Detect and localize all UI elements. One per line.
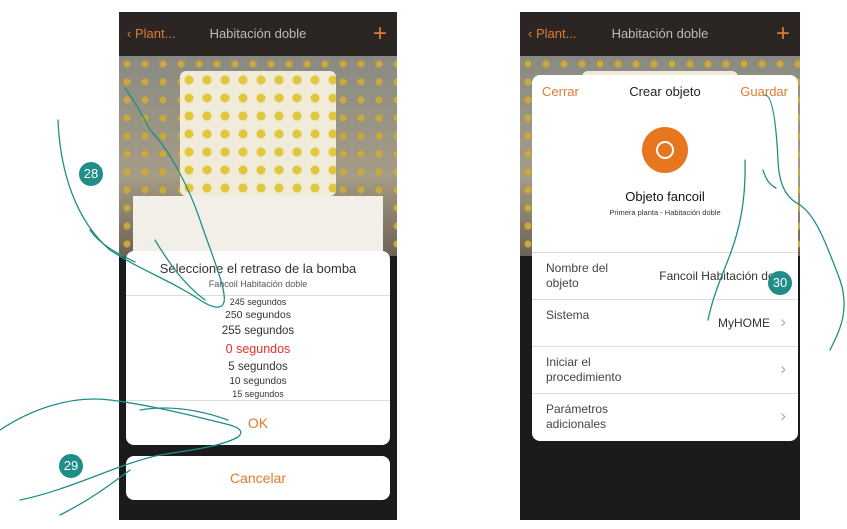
save-button[interactable]: Guardar [740,84,788,99]
picker-option[interactable]: 0 segundos [126,339,390,359]
picker-option[interactable]: 10 segundos [126,375,390,389]
left-header: ‹ Plant... Habitación doble + [119,12,397,56]
cancel-button[interactable]: Cancelar [126,456,390,500]
row-label: Nombre del objeto [546,261,609,290]
room-photo [119,56,397,256]
picker-option[interactable]: 15 segundos [126,389,390,400]
create-object-dialog: Cerrar Crear objeto Guardar Objeto fanco… [532,75,798,441]
settings-row[interactable]: Sistema MyHOME › [532,299,798,346]
settings-row[interactable]: Iniciar el procedimiento › [532,346,798,393]
object-location: Primera planta - Habitación doble [609,208,721,217]
row-value: MyHOME [718,316,770,330]
picker-subtitle: Fancoil Habitación doble [208,279,308,289]
settings-row[interactable]: Nombre del objeto Fancoil Habitación dobl [532,252,798,299]
picker-option[interactable]: 5 segundos [126,359,390,375]
add-button[interactable]: + [776,20,790,48]
object-settings-list: Nombre del objeto Fancoil Habitación dobl… [532,252,798,440]
delay-picker-sheet: Seleccione el retraso de la bomba Fancoi… [126,251,390,445]
picker-title: Seleccione el retraso de la bomba [159,261,357,276]
dialog-toolbar: Cerrar Crear objeto Guardar [532,75,798,105]
picker-option[interactable]: 255 segundos [126,323,390,339]
step-badge-29: 29 [59,454,83,478]
row-value: Fancoil Habitación dobl [659,269,784,283]
settings-row[interactable]: Parámetros adicionales › [532,393,798,440]
fancoil-icon [642,127,688,173]
header-title: Habitación doble [611,26,709,41]
step-badge-30: 30 [768,271,792,295]
chevron-right-icon: › [780,312,786,331]
step-badge-28: 28 [79,162,103,186]
picker-option[interactable]: 250 segundos [126,308,390,323]
chevron-right-icon: › [780,359,786,378]
row-label: Parámetros adicionales [546,402,609,431]
header-title: Habitación doble [209,26,307,41]
right-header: ‹ Plant... Habitación doble + [520,12,800,56]
object-name: Objeto fancoil [625,189,705,204]
chevron-right-icon: › [780,406,786,425]
row-label: Iniciar el procedimiento [546,355,622,384]
ok-button[interactable]: OK [126,400,390,445]
row-label: Sistema [546,308,590,322]
add-button[interactable]: + [373,20,387,48]
picker-option[interactable]: 245 segundos [126,296,390,308]
delay-picker-wheel[interactable]: 245 segundos 250 segundos 255 segundos 0 se… [126,295,390,400]
